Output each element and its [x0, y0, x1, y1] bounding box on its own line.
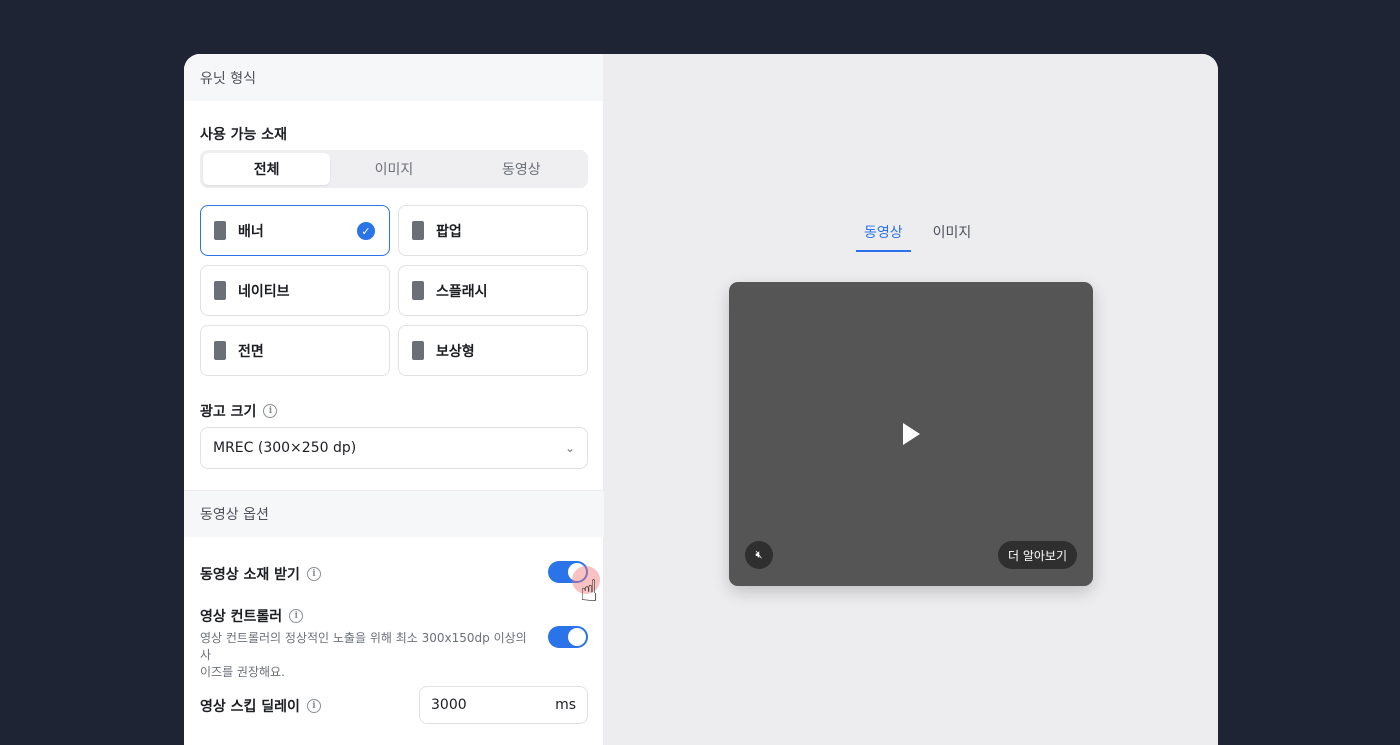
info-icon[interactable]: i	[306, 567, 321, 581]
banner-phone-icon	[214, 221, 226, 240]
receive-video-label: 동영상 소재 받기	[200, 567, 300, 583]
format-label: 보상형	[436, 343, 475, 360]
skip-delay-label: 영상 스킵 딜레이	[200, 699, 300, 715]
ad-size-value: MREC (300×250 dp)	[213, 440, 357, 456]
preview-tabs: 동영상 이미지	[856, 222, 979, 252]
tab-all[interactable]: 전체	[203, 153, 331, 185]
controller-label: 영상 컨트롤러	[200, 609, 283, 625]
material-type-tabs: 전체 이미지 동영상	[200, 150, 588, 188]
format-label: 배너	[238, 223, 264, 240]
ad-size-label: 광고 크기	[200, 404, 257, 420]
format-card-interstitial[interactable]: 전면	[200, 325, 390, 376]
mute-icon[interactable]: 🔇︎	[745, 541, 773, 569]
controller-toggle[interactable]	[548, 626, 588, 648]
play-icon[interactable]	[903, 423, 920, 445]
skip-delay-unit: ms	[555, 697, 576, 713]
skip-delay-row: 영상 스킵 딜레이 i	[200, 696, 321, 716]
skip-delay-value: 3000	[431, 697, 467, 713]
materials-label-row: 사용 가능 소재	[200, 124, 287, 144]
format-card-rewarded[interactable]: 보상형	[398, 325, 588, 376]
video-section-title: 동영상 옵션	[200, 507, 269, 523]
video-preview[interactable]: 🔇︎ 더 알아보기	[729, 282, 1093, 586]
controller-row: 영상 컨트롤러 i	[200, 606, 304, 626]
ad-size-label-row: 광고 크기 i	[200, 401, 278, 421]
check-icon: ✓	[357, 222, 375, 240]
format-label: 전면	[238, 343, 264, 360]
unit-section-title: 유닛 형식	[200, 70, 256, 87]
format-grid: 배너 ✓ 팝업 네이티브 스플래시 전면 보상형	[200, 205, 588, 376]
chevron-down-icon: ⌄	[564, 441, 575, 455]
format-label: 팝업	[436, 223, 462, 240]
controller-description: 영상 컨트롤러의 정상적인 노출을 위해 최소 300x150dp 이상의 사 …	[200, 630, 540, 681]
rewarded-phone-icon	[412, 341, 424, 360]
hand-cursor-icon: ☝	[580, 574, 599, 609]
format-card-native[interactable]: 네이티브	[200, 265, 390, 316]
receive-video-row: 동영상 소재 받기 i	[200, 564, 321, 584]
format-label: 스플래시	[436, 283, 488, 300]
format-card-splash[interactable]: 스플래시	[398, 265, 588, 316]
app-window: 유닛 형식 사용 가능 소재 전체 이미지 동영상 배너 ✓ 팝업 네이티브 스…	[184, 54, 1218, 745]
controller-description-line: 영상 컨트롤러의 정상적인 노출을 위해 최소 300x150dp 이상의 사	[200, 631, 527, 662]
interstitial-phone-icon	[214, 341, 226, 360]
info-icon[interactable]: i	[306, 699, 321, 713]
preview-panel: 동영상 이미지 🔇︎ 더 알아보기	[604, 54, 1218, 745]
learn-more-button[interactable]: 더 알아보기	[997, 541, 1077, 569]
tab-preview-video[interactable]: 동영상	[856, 222, 911, 252]
popup-phone-icon	[412, 221, 424, 240]
settings-panel: 유닛 형식 사용 가능 소재 전체 이미지 동영상 배너 ✓ 팝업 네이티브 스…	[184, 54, 604, 745]
format-label: 네이티브	[238, 283, 290, 300]
toggle-knob	[568, 628, 586, 646]
info-icon[interactable]: i	[289, 609, 304, 623]
unit-section-header: 유닛 형식	[184, 54, 603, 101]
splash-phone-icon	[412, 281, 424, 300]
info-icon[interactable]: i	[263, 404, 278, 418]
controller-description-line: 이즈를 권장해요.	[200, 665, 285, 679]
tab-image[interactable]: 이미지	[330, 153, 457, 185]
native-phone-icon	[214, 281, 226, 300]
video-section-header: 동영상 옵션	[184, 490, 604, 537]
format-card-popup[interactable]: 팝업	[398, 205, 588, 256]
tab-preview-image[interactable]: 이미지	[925, 222, 980, 252]
format-card-banner[interactable]: 배너 ✓	[200, 205, 390, 256]
ad-size-select[interactable]: MREC (300×250 dp) ⌄	[200, 427, 588, 469]
materials-label: 사용 가능 소재	[200, 127, 288, 143]
tab-video[interactable]: 동영상	[458, 153, 585, 185]
skip-delay-input[interactable]: 3000 ms	[419, 686, 588, 724]
